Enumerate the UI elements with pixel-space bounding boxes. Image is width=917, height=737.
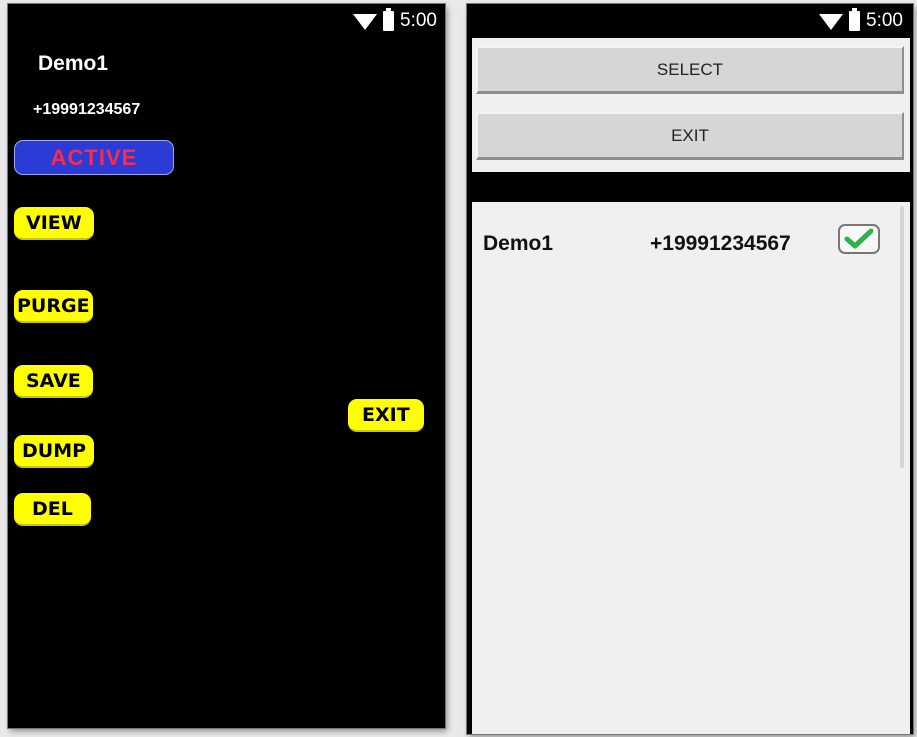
list-item-phone: +19991234567 xyxy=(650,232,791,255)
list-item-name: Demo1 xyxy=(483,232,554,255)
select-button[interactable]: SELECT xyxy=(476,46,904,94)
status-bar: 5:00 xyxy=(819,4,903,38)
app-content: SELECT EXIT Demo1 +19991234567 xyxy=(472,38,910,734)
status-time: 5:00 xyxy=(866,10,903,31)
divider-band xyxy=(472,172,910,202)
contact-name: Demo1 xyxy=(38,52,109,75)
status-badge: ACTIVE xyxy=(14,140,174,175)
exit-button[interactable]: EXIT xyxy=(348,399,424,432)
battery-icon xyxy=(849,8,861,31)
battery-icon xyxy=(383,8,395,31)
save-button[interactable]: SAVE xyxy=(14,365,93,398)
purge-button[interactable]: PURGE xyxy=(14,290,93,323)
right-phone-screen: 5:00 SELECT EXIT Demo1 +19991234567 xyxy=(467,4,913,734)
view-button[interactable]: VIEW xyxy=(14,207,94,240)
dump-button[interactable]: DUMP xyxy=(14,435,95,468)
wifi-icon xyxy=(819,14,844,30)
exit-button[interactable]: EXIT xyxy=(476,112,904,160)
delete-button[interactable]: DEL xyxy=(14,493,91,526)
list-item[interactable]: Demo1 +19991234567 xyxy=(472,224,910,266)
list-item-checkbox[interactable] xyxy=(838,224,880,254)
status-time: 5:00 xyxy=(400,10,437,31)
wifi-icon xyxy=(353,14,378,30)
left-phone-screen: 5:00 Demo1 +19991234567 ACTIVE VIEW PURG… xyxy=(8,4,445,728)
contact-phone: +19991234567 xyxy=(33,101,141,118)
checkmark-icon xyxy=(844,228,874,249)
scrollbar[interactable] xyxy=(900,206,904,468)
status-bar: 5:00 xyxy=(353,4,437,38)
